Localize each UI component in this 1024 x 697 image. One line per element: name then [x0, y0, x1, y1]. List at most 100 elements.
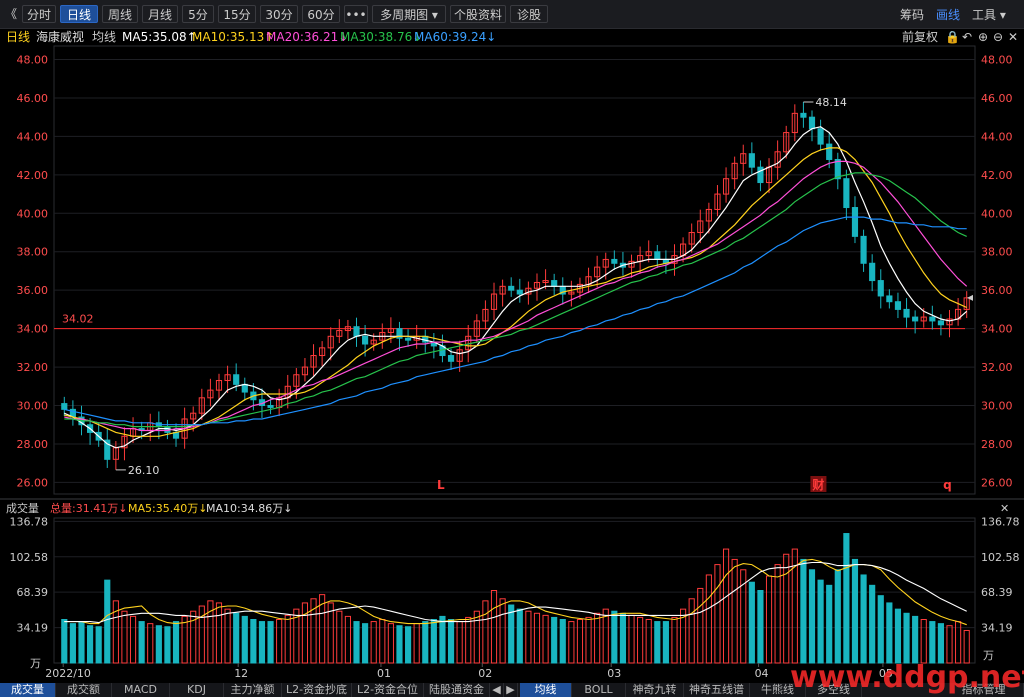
candle-body: [362, 335, 369, 345]
volume-bar: [697, 587, 704, 664]
volume-bar: [465, 616, 472, 664]
tab-macd[interactable]: MACD: [112, 683, 170, 697]
scroll-left-icon[interactable]: ◀: [490, 683, 504, 697]
tab-northbound[interactable]: 陆股通资金: [424, 683, 490, 697]
tab-l2-position[interactable]: L2-资金合位: [352, 683, 424, 697]
volume-bar: [336, 610, 343, 664]
candle-body: [267, 405, 274, 408]
tab-ma[interactable]: 均线: [520, 683, 572, 697]
volume-y-tick-left: 136.78: [10, 515, 49, 528]
ma-line-ma10: [64, 147, 967, 437]
volume-bar: [765, 575, 773, 664]
kline-chart[interactable]: 48.00 48.00 46.00 46.00 44.00 44.00 42.00 42.00…: [0, 0, 1024, 697]
y-tick-label-left: 44.00: [17, 130, 49, 143]
scroll-right-icon[interactable]: ▶: [504, 683, 518, 697]
volume-bar: [129, 615, 137, 664]
volume-bar: [362, 623, 369, 664]
volume-bar: [671, 616, 678, 664]
volume-info-bar: 成交量 总量:31.41万↓ MA5:35.40万↓ MA10:34.86万↓ …: [0, 501, 1024, 517]
candle-body: [894, 301, 902, 310]
volume-bar: [172, 621, 180, 664]
event-marker: 财: [811, 477, 824, 492]
y-tick-label-right: 36.00: [981, 284, 1013, 297]
volume-bar: [250, 619, 257, 664]
y-tick-label-left: 46.00: [17, 92, 49, 105]
candle-body: [61, 403, 68, 410]
high-label: 48.14: [815, 96, 847, 109]
candle-body: [886, 295, 893, 303]
volume-bar: [826, 584, 833, 664]
watermark: www.ddgp.net: [790, 660, 1024, 695]
volume-bar: [551, 616, 558, 664]
volume-bar: [731, 558, 738, 664]
volume-bar: [912, 615, 919, 664]
volume-bar: [748, 581, 755, 664]
x-tick-label: 04: [755, 667, 769, 680]
candle-body: [851, 207, 859, 237]
x-tick-label: 03: [607, 667, 621, 680]
volume-close-icon[interactable]: ✕: [1000, 501, 1009, 517]
y-tick-label-right: 40.00: [981, 207, 1013, 220]
volume-bar: [851, 558, 859, 664]
candle-body: [516, 289, 523, 295]
candle-body: [826, 143, 833, 160]
volume-title: 成交量: [6, 502, 39, 515]
candle-body: [903, 308, 910, 318]
candle-body: [447, 355, 455, 362]
volume-bar: [95, 626, 102, 664]
y-tick-label-left: 28.00: [17, 438, 49, 451]
volume-y-tick-right: 34.19: [981, 622, 1013, 635]
volume-bar: [413, 623, 420, 664]
volume-bar: [121, 610, 128, 664]
volume-bar: [147, 623, 154, 664]
volume-bar: [499, 598, 506, 664]
y-tick-label-right: 38.00: [981, 246, 1013, 259]
candle-body: [808, 116, 816, 130]
volume-bar: [705, 574, 712, 664]
tab-volume[interactable]: 成交量: [0, 683, 56, 697]
volume-bar: [181, 615, 188, 664]
y-tick-label-left: 30.00: [17, 400, 49, 413]
ma-line-ma60: [64, 216, 967, 426]
volume-bar: [886, 602, 893, 664]
volume-bar: [662, 621, 669, 664]
volume-bar: [267, 621, 274, 664]
volume-bar: [645, 619, 652, 664]
tab-turnover[interactable]: 成交额: [56, 683, 112, 697]
ma-line-ma30: [64, 172, 967, 428]
y-tick-label-left: 38.00: [17, 246, 49, 259]
candle-body: [817, 128, 824, 145]
candle-body: [654, 251, 661, 260]
volume-bar: [104, 579, 111, 664]
volume-bar: [843, 533, 850, 664]
volume-bar: [164, 626, 171, 664]
ma-line-ma20: [64, 160, 968, 432]
tab-magic-nine[interactable]: 神奇九转: [626, 683, 684, 697]
volume-bar: [396, 625, 403, 664]
volume-bar: [155, 625, 162, 664]
volume-bar: [688, 598, 695, 664]
volume-y-tick-left: 102.58: [10, 551, 49, 564]
tab-magic-five[interactable]: 神奇五线谱: [684, 683, 750, 697]
tab-l2-bottom[interactable]: L2-资金抄底: [282, 683, 352, 697]
y-tick-label-left: 32.00: [17, 361, 49, 374]
y-tick-label-left: 48.00: [17, 54, 49, 67]
volume-bar: [258, 621, 266, 664]
volume-bar: [611, 610, 618, 664]
candle-body: [937, 320, 944, 326]
tab-kdj[interactable]: KDJ: [170, 683, 224, 697]
tab-main-net[interactable]: 主力净额: [224, 683, 282, 697]
tab-boll[interactable]: BOLL: [572, 683, 626, 697]
volume-bar: [533, 612, 541, 664]
candle-body: [508, 285, 515, 291]
volume-bar: [946, 625, 953, 664]
volume-bar: [473, 610, 480, 664]
volume-bar: [190, 610, 197, 664]
candle-body: [551, 280, 558, 287]
volume-bar: [508, 604, 515, 664]
volume-bar: [774, 564, 781, 664]
y-tick-label-right: 34.00: [981, 323, 1013, 336]
candle-body: [748, 153, 755, 168]
volume-bar: [594, 612, 601, 664]
volume-bar: [869, 584, 876, 664]
